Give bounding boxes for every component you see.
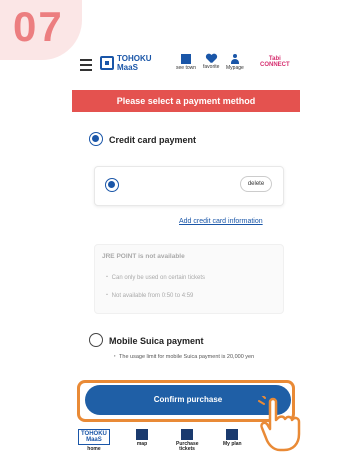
bottom-nav-label: map: [136, 441, 148, 447]
nav-favorite[interactable]: favorite: [203, 54, 219, 70]
credit-card-label[interactable]: Credit card payment: [109, 135, 196, 145]
bottom-nav-label: Purchase tickets: [176, 441, 199, 452]
bottom-nav-label: My plan: [223, 441, 242, 447]
jre-note: ・ Can only be used on certain tickets: [104, 275, 206, 281]
logo-line2: MaaS: [117, 63, 138, 72]
bottom-nav-label: home: [87, 446, 101, 452]
suica-limit-note: ・ The usage limit for mobile Suica payme…: [112, 354, 255, 360]
app-header: TOHOKU MaaS see town favorite Mypage Tab…: [72, 48, 300, 82]
logo-line1: TOHOKU: [117, 54, 152, 63]
mobile-suica-label[interactable]: Mobile Suica payment: [109, 336, 204, 346]
tabi-line2: CONNECT: [260, 62, 290, 68]
person-icon: [230, 54, 240, 64]
logo-mark-icon: [100, 56, 114, 70]
nav-label: see town: [176, 65, 197, 71]
step-number: 07: [13, 3, 64, 50]
hamburger-menu-icon[interactable]: [80, 59, 92, 74]
jre-point-title: JRE POINT is not available: [102, 253, 185, 260]
saved-card-radio[interactable]: [105, 178, 119, 192]
tabi-connect-logo[interactable]: Tabi CONNECT: [260, 56, 290, 68]
bottom-nav-my-plan[interactable]: My plan: [223, 429, 242, 447]
bottom-nav-map[interactable]: map: [136, 429, 148, 447]
heart-icon: [206, 54, 216, 63]
nav-see-town[interactable]: see town: [176, 54, 196, 71]
nav-label: Mypage: [226, 65, 244, 71]
mobile-suica-radio[interactable]: [89, 333, 103, 347]
delete-card-button[interactable]: delete: [240, 176, 272, 192]
ticket-icon: [181, 429, 193, 440]
nav-label: favorite: [203, 64, 220, 70]
add-credit-card-link[interactable]: Add credit card information: [179, 218, 263, 225]
bottom-nav-home[interactable]: TOHOKU MaaS home: [78, 429, 110, 452]
jre-note: ・ Not available from 0:50 to 4:59: [104, 293, 194, 299]
map-icon: [136, 429, 148, 440]
payment-method-banner: Please select a payment method: [72, 90, 300, 112]
credit-card-radio[interactable]: [89, 132, 103, 146]
tohoku-maas-logo[interactable]: TOHOKU MaaS: [100, 54, 152, 72]
building-icon: [181, 54, 191, 64]
home-logo-icon: TOHOKU MaaS: [78, 429, 110, 445]
pointing-hand-icon: [258, 396, 301, 452]
plan-icon: [226, 429, 239, 440]
logo-line2: MaaS: [86, 437, 102, 443]
bottom-nav-purchase-tickets[interactable]: Purchase tickets: [176, 429, 199, 452]
nav-mypage[interactable]: Mypage: [226, 54, 244, 71]
